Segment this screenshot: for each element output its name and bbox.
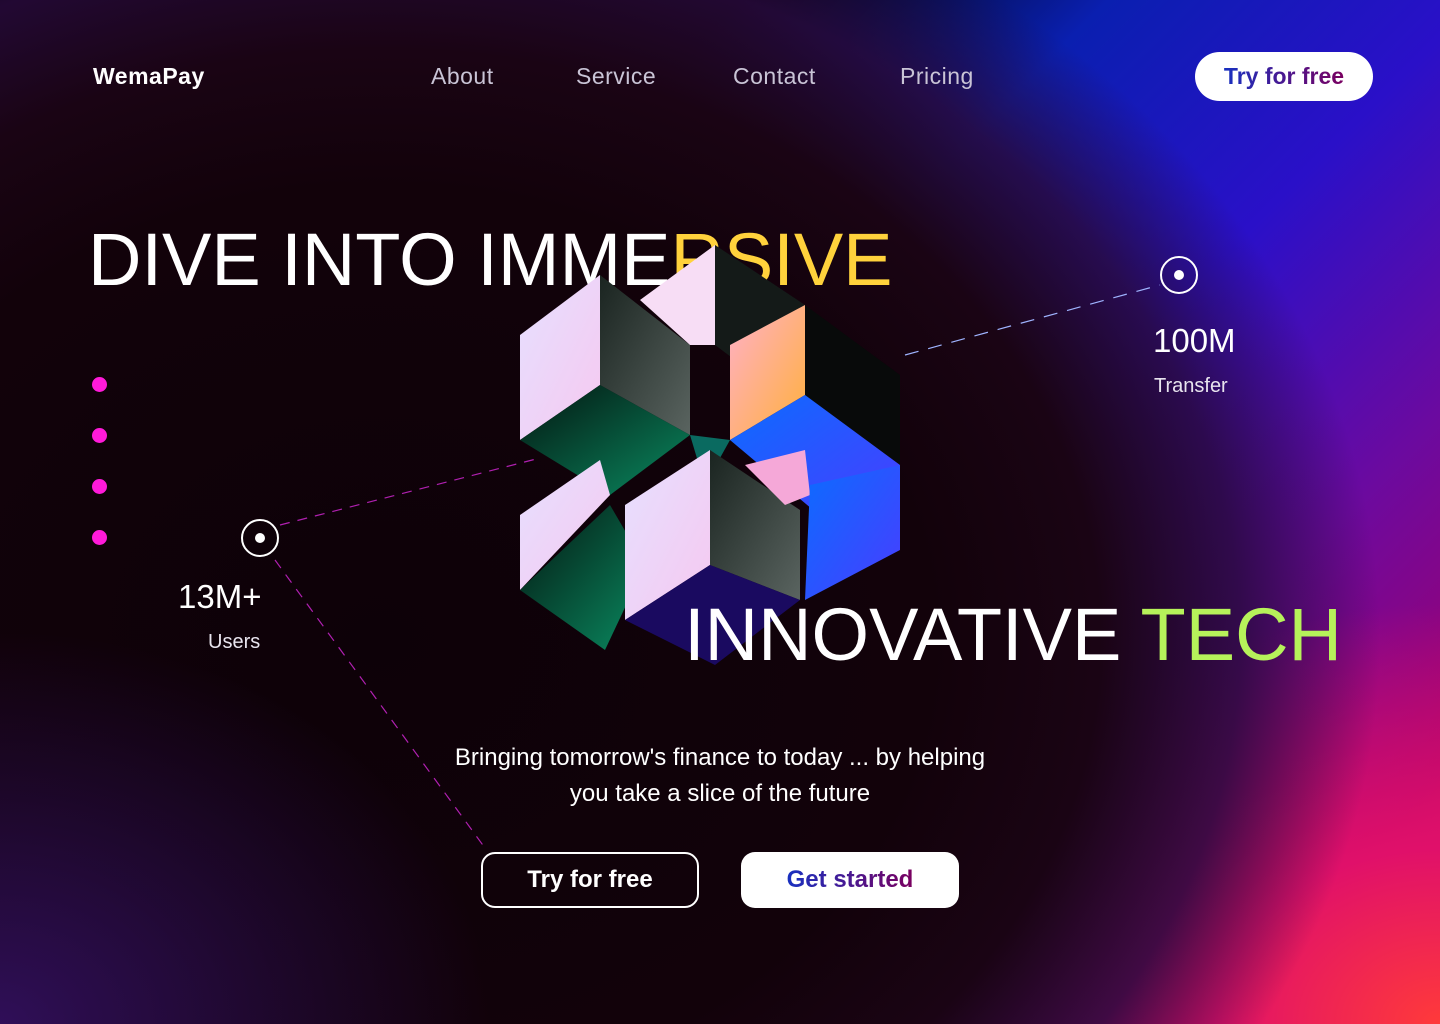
connector-users (279, 457, 541, 526)
headline-white: INNOVATIVE (684, 593, 1141, 676)
brand-logo[interactable]: WemaPay (93, 63, 205, 90)
header-try-button[interactable]: Try for free (1195, 52, 1373, 101)
headline-accent: TECH (1140, 593, 1342, 676)
slide-dot-3[interactable] (92, 479, 107, 494)
nav-about[interactable]: About (431, 63, 494, 90)
nav-contact[interactable]: Contact (733, 63, 816, 90)
stat-users-value: 13M+ (178, 578, 262, 615)
nav-pricing[interactable]: Pricing (900, 63, 974, 90)
target-icon (1160, 256, 1198, 294)
slide-dot-4[interactable] (92, 530, 107, 545)
tagline: Bringing tomorrow's finance to today ...… (454, 744, 986, 807)
headline-line2: INNOVATIVE TECH (684, 590, 1342, 680)
connector-transfer (904, 284, 1161, 356)
stat-users-label: Users (208, 631, 261, 653)
get-started-button[interactable]: Get started (741, 852, 959, 908)
slide-dot-2[interactable] (92, 428, 107, 443)
stat-transfer-label: Transfer (1154, 375, 1228, 397)
slide-dot-1[interactable] (92, 377, 107, 392)
stat-transfer-value: 100M (1153, 322, 1236, 359)
target-icon (241, 519, 279, 557)
get-started-label: Get started (786, 866, 914, 893)
header-try-label: Try for free (1223, 63, 1345, 89)
nav-service[interactable]: Service (576, 63, 656, 90)
try-for-free-button[interactable]: Try for free (481, 852, 699, 908)
